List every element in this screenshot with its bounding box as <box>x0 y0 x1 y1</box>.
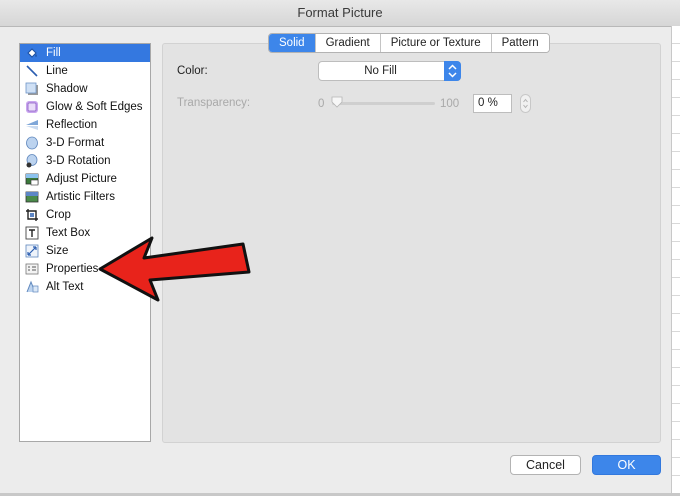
sidebar-item-label: Size <box>46 245 69 257</box>
sidebar-item-3d-format[interactable]: 3-D Format <box>20 134 150 152</box>
chevron-updown-icon <box>444 61 461 81</box>
cancel-button[interactable]: Cancel <box>510 455 581 475</box>
background-window-edge <box>671 26 680 496</box>
sidebar-item-label: Fill <box>46 47 61 59</box>
fill-type-segmented-control: Solid Gradient Picture or Texture Patter… <box>268 33 550 53</box>
line-icon <box>25 64 39 78</box>
sidebar-item-fill[interactable]: Fill <box>20 44 150 62</box>
color-label: Color: <box>177 65 208 77</box>
sidebar-item-label: Alt Text <box>46 281 84 293</box>
3d-format-icon <box>25 136 39 150</box>
sidebar-item-label: 3-D Format <box>46 137 105 149</box>
sidebar-item-label: Glow & Soft Edges <box>46 101 143 113</box>
reflection-icon <box>25 118 39 132</box>
fill-bucket-icon <box>25 46 39 60</box>
sidebar-item-label: Reflection <box>46 119 98 131</box>
size-icon <box>25 244 39 258</box>
sidebar-item-artistic-filters[interactable]: Artistic Filters <box>20 188 150 206</box>
transparency-label: Transparency: <box>177 97 251 109</box>
sidebar-item-adjust-picture[interactable]: Adjust Picture <box>20 170 150 188</box>
3d-rotation-icon <box>25 154 39 168</box>
tab-pattern[interactable]: Pattern <box>490 34 549 52</box>
sidebar-item-3d-rotation[interactable]: 3-D Rotation <box>20 152 150 170</box>
tab-gradient[interactable]: Gradient <box>314 34 380 52</box>
transparency-input[interactable]: 0 % <box>473 94 512 113</box>
tab-picture-or-texture[interactable]: Picture or Texture <box>379 34 491 52</box>
sidebar-item-label: Line <box>46 65 68 77</box>
transparency-stepper[interactable] <box>520 94 531 113</box>
shadow-icon <box>25 82 39 96</box>
window-title: Format Picture <box>0 0 680 27</box>
color-dropdown-value: No Fill <box>364 65 397 77</box>
glow-icon <box>25 100 39 114</box>
adjust-picture-icon <box>25 172 39 186</box>
sidebar-item-label: Artistic Filters <box>46 191 115 203</box>
slider-min-label: 0 <box>318 98 325 110</box>
properties-icon <box>25 262 39 276</box>
sidebar-item-label: Adjust Picture <box>46 173 117 185</box>
sidebar-item-label: Crop <box>46 209 71 221</box>
sidebar-item-label: Shadow <box>46 83 88 95</box>
sidebar-item-label: 3-D Rotation <box>46 155 111 167</box>
crop-icon <box>25 208 39 222</box>
sidebar-item-reflection[interactable]: Reflection <box>20 116 150 134</box>
ok-button[interactable]: OK <box>592 455 661 475</box>
tab-solid[interactable]: Solid <box>269 34 315 52</box>
color-dropdown[interactable]: No Fill <box>318 61 461 81</box>
sidebar-item-shadow[interactable]: Shadow <box>20 80 150 98</box>
annotation-arrow-icon <box>98 236 251 302</box>
transparency-slider-thumb[interactable] <box>331 96 343 108</box>
sidebar-item-line[interactable]: Line <box>20 62 150 80</box>
sidebar-item-label: Text Box <box>46 227 91 239</box>
sidebar-item-crop[interactable]: Crop <box>20 206 150 224</box>
sidebar-item-label: Properties <box>46 263 99 275</box>
artistic-filters-icon <box>25 190 39 204</box>
text-box-icon <box>25 226 39 240</box>
sidebar-item-glow[interactable]: Glow & Soft Edges <box>20 98 150 116</box>
slider-max-label: 100 <box>440 98 460 110</box>
alt-text-icon <box>25 280 39 294</box>
transparency-slider-track[interactable] <box>332 102 435 105</box>
